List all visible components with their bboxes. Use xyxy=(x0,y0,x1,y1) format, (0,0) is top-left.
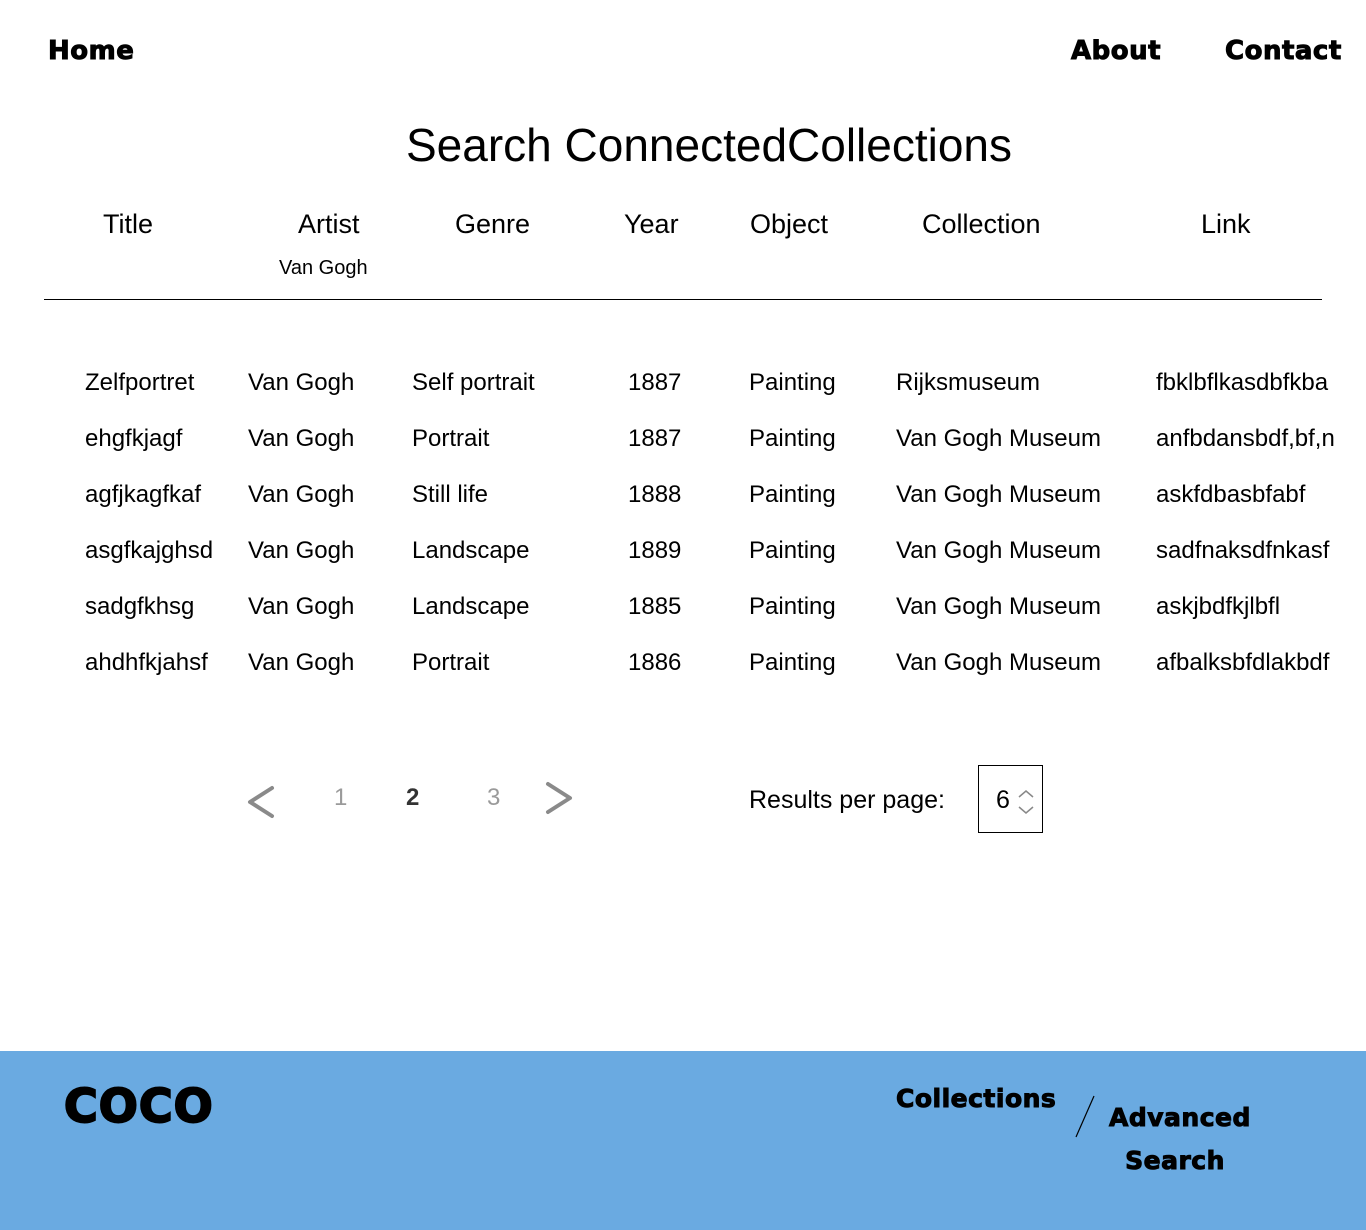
table-row: asgfkajghsd Van Gogh Landscape 1889 Pain… xyxy=(0,537,1366,577)
chevron-up-icon xyxy=(1018,790,1034,798)
slash-divider xyxy=(1075,1095,1095,1138)
chevron-down-icon xyxy=(1018,806,1034,814)
table-row: Zelfportret Van Gogh Self portrait 1887 … xyxy=(0,369,1366,409)
results-per-page-stepper[interactable]: 6 xyxy=(978,765,1043,833)
table-row: sadgfkhsg Van Gogh Landscape 1885 Painti… xyxy=(0,593,1366,633)
cell-title: agfjkagfkaf xyxy=(85,481,202,508)
cell-genre: Self portrait xyxy=(412,369,535,396)
column-header-genre[interactable]: Genre xyxy=(455,209,530,240)
cell-link[interactable]: fbklbflkasdbfkba xyxy=(1156,369,1328,397)
cell-artist: Van Gogh xyxy=(248,537,355,564)
stepper-down-button[interactable] xyxy=(1017,803,1035,815)
cell-artist: Van Gogh xyxy=(248,425,355,452)
footer: COCO Collections Advanced Search xyxy=(0,1051,1366,1230)
cell-genre: Portrait xyxy=(412,425,490,452)
column-header-year[interactable]: Year xyxy=(624,209,679,240)
chevron-left-icon xyxy=(248,786,274,818)
footer-advanced-search-link[interactable]: Advanced Search xyxy=(1109,1096,1251,1182)
cell-year: 1887 xyxy=(628,369,682,396)
cell-title: asgfkajghsd xyxy=(85,537,214,564)
cell-link[interactable]: askjbdfkjlbfl xyxy=(1156,593,1280,621)
cell-artist: Van Gogh xyxy=(248,593,355,620)
coco-logo[interactable]: COCO xyxy=(63,1078,214,1134)
header-divider xyxy=(44,299,1322,300)
previous-page-button[interactable] xyxy=(242,778,282,826)
table-row: ahdhfkjahsf Van Gogh Portrait 1886 Paint… xyxy=(0,649,1366,689)
cell-object: Painting xyxy=(749,369,836,396)
cell-link[interactable]: anfbdansbdf,bf,n xyxy=(1156,425,1335,453)
cell-object: Painting xyxy=(749,425,836,452)
stepper-up-button[interactable] xyxy=(1017,787,1035,799)
artist-filter-value[interactable]: Van Gogh xyxy=(279,257,368,280)
cell-genre: Portrait xyxy=(412,649,490,676)
cell-year: 1889 xyxy=(628,537,682,564)
page-1-button[interactable]: 1 xyxy=(334,784,347,812)
cell-collection: Van Gogh Museum xyxy=(896,649,1101,676)
table-row: ehgfkjagf Van Gogh Portrait 1887 Paintin… xyxy=(0,425,1366,465)
cell-collection: Van Gogh Museum xyxy=(896,425,1101,452)
cell-genre: Still life xyxy=(412,481,489,508)
cell-link[interactable]: askfdbasbfabf xyxy=(1156,481,1305,509)
nav-contact-link[interactable]: Contact xyxy=(1225,36,1342,67)
cell-collection: Rijksmuseum xyxy=(896,369,1041,396)
cell-object: Painting xyxy=(749,537,836,564)
cell-title: ehgfkjagf xyxy=(85,425,183,452)
cell-genre: Landscape xyxy=(412,537,530,564)
results-per-page-label: Results per page: xyxy=(749,786,945,814)
cell-collection: Van Gogh Museum xyxy=(896,481,1101,508)
page-2-button[interactable]: 2 xyxy=(406,784,419,812)
cell-artist: Van Gogh xyxy=(248,649,355,676)
cell-year: 1888 xyxy=(628,481,682,508)
column-header-artist[interactable]: Artist xyxy=(298,209,360,240)
cell-year: 1885 xyxy=(628,593,682,620)
cell-collection: Van Gogh Museum xyxy=(896,593,1101,620)
nav-about-link[interactable]: About xyxy=(1070,36,1161,67)
cell-artist: Van Gogh xyxy=(248,369,355,396)
chevron-right-icon xyxy=(546,782,572,814)
cell-object: Painting xyxy=(749,481,836,508)
next-page-button[interactable] xyxy=(540,778,580,826)
column-header-collection[interactable]: Collection xyxy=(922,209,1041,240)
cell-title: ahdhfkjahsf xyxy=(85,649,208,676)
table-row: agfjkagfkaf Van Gogh Still life 1888 Pai… xyxy=(0,481,1366,521)
cell-title: Zelfportret xyxy=(85,369,195,396)
footer-collections-link[interactable]: Collections xyxy=(895,1084,1056,1114)
cell-link[interactable]: afbalksbfdlakbdf xyxy=(1156,649,1329,677)
cell-link[interactable]: sadfnaksdfnkasf xyxy=(1156,537,1329,565)
page-3-button[interactable]: 3 xyxy=(487,784,500,812)
column-header-object[interactable]: Object xyxy=(750,209,828,240)
cell-artist: Van Gogh xyxy=(248,481,355,508)
cell-title: sadgfkhsg xyxy=(85,593,195,620)
cell-collection: Van Gogh Museum xyxy=(896,537,1101,564)
cell-year: 1887 xyxy=(628,425,682,452)
results-per-page-value[interactable]: 6 xyxy=(996,786,1010,815)
nav-home-link[interactable]: Home xyxy=(47,36,134,67)
cell-genre: Landscape xyxy=(412,593,530,620)
column-header-title[interactable]: Title xyxy=(103,209,153,240)
column-header-link[interactable]: Link xyxy=(1201,209,1251,240)
cell-year: 1886 xyxy=(628,649,682,676)
page-title: Search ConnectedCollections xyxy=(406,119,1013,171)
cell-object: Painting xyxy=(749,649,836,676)
cell-object: Painting xyxy=(749,593,836,620)
